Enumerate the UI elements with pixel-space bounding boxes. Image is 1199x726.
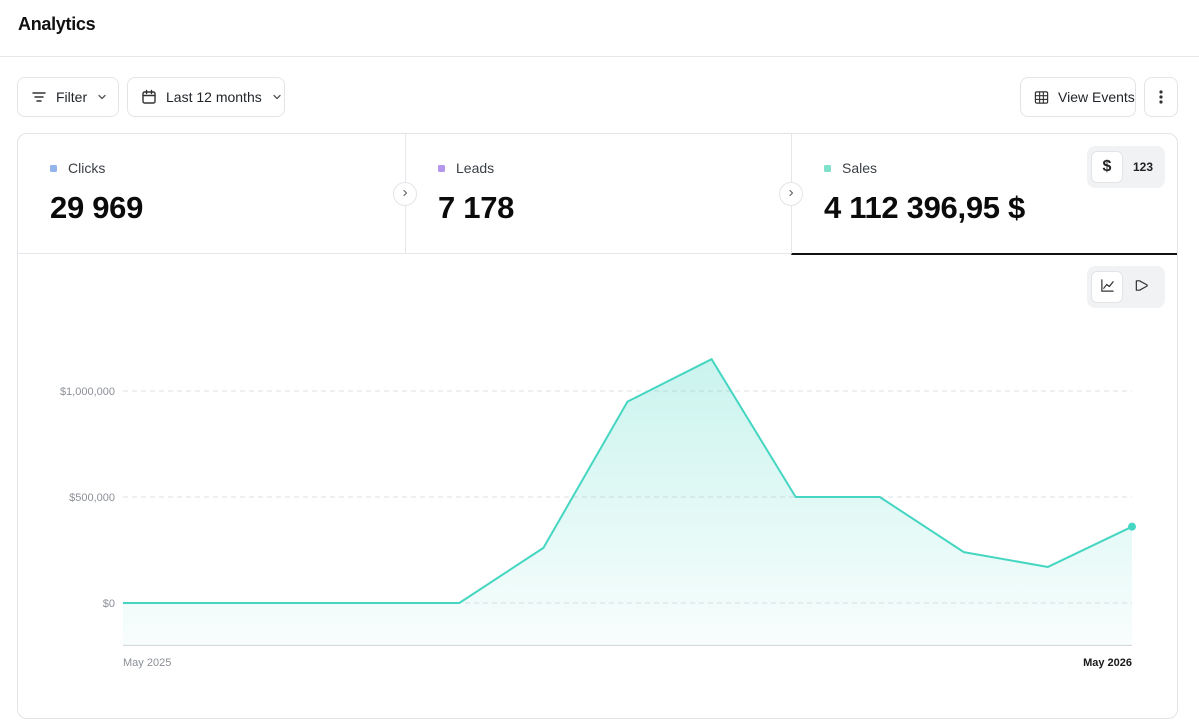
chevron-down-icon bbox=[96, 91, 108, 103]
date-range-label: Last 12 months bbox=[166, 89, 262, 105]
calendar-icon bbox=[141, 89, 157, 105]
more-options-button[interactable] bbox=[1144, 77, 1178, 117]
date-range-button[interactable]: Last 12 months bbox=[127, 77, 285, 117]
table-icon bbox=[1034, 90, 1049, 105]
page-header: Analytics bbox=[0, 0, 1199, 57]
filter-button[interactable]: Filter bbox=[17, 77, 119, 117]
filter-label: Filter bbox=[56, 89, 88, 105]
filter-lines-icon bbox=[31, 89, 47, 105]
y-tick-label: $500,000 bbox=[69, 492, 115, 504]
chevron-down-icon bbox=[271, 91, 283, 103]
y-tick-label: $1,000,000 bbox=[60, 386, 115, 398]
sales-area-chart: $0 $500,000 $1,000,000 May 2025 May 2026 bbox=[60, 358, 1136, 669]
more-vertical-icon bbox=[1159, 89, 1163, 105]
view-events-button[interactable]: View Events bbox=[1020, 77, 1136, 117]
x-tick-label: May 2026 bbox=[1083, 657, 1132, 669]
analytics-card: Clicks 29 969 Leads 7 178 Sales 4 112 39… bbox=[17, 133, 1178, 719]
page-title: Analytics bbox=[18, 14, 96, 34]
x-tick-label: May 2025 bbox=[123, 657, 171, 669]
y-tick-label: $0 bbox=[103, 598, 115, 610]
last-data-point[interactable] bbox=[1128, 522, 1136, 531]
view-events-label: View Events bbox=[1058, 89, 1135, 105]
